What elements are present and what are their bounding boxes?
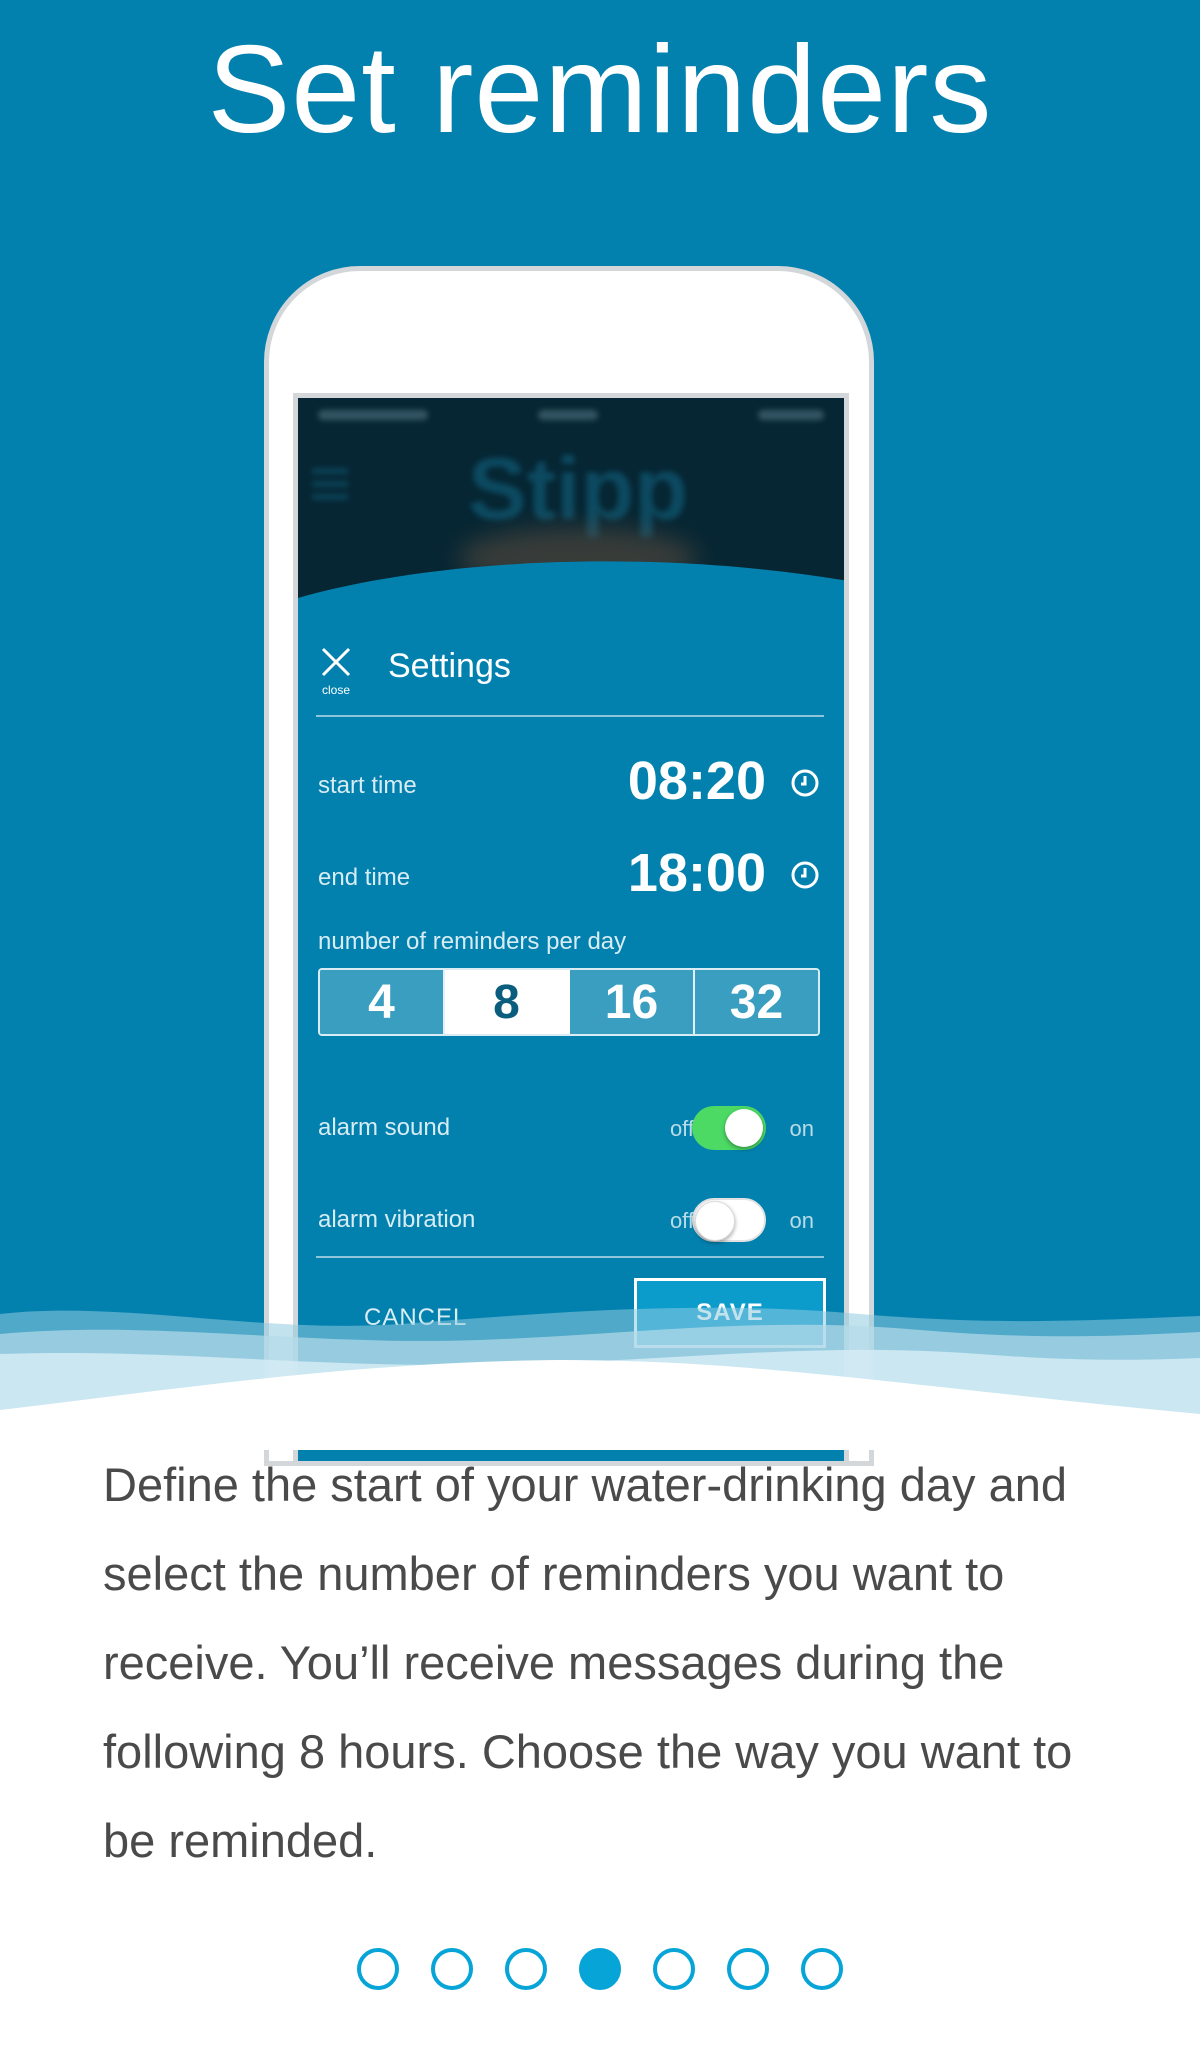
end-time-value[interactable]: 18:00 [628,842,766,904]
toggle-knob [695,1201,735,1241]
alarm-sound-label: alarm sound [318,1114,451,1141]
reminders-label: number of reminders per day [318,928,627,955]
alarm-sound-on-label: on [789,1116,814,1141]
page-dot-7[interactable] [801,1948,843,1990]
segment-4[interactable]: 4 [320,970,445,1034]
decorative-waves [0,1307,1200,1450]
status-bar-blurred [318,406,828,426]
page-dot-3[interactable] [505,1948,547,1990]
page-dot-6[interactable] [727,1948,769,1990]
start-time-value[interactable]: 08:20 [628,750,766,812]
menu-icon [312,468,348,504]
divider [316,1256,824,1258]
settings-title: Settings [388,647,511,685]
segment-32[interactable]: 32 [695,970,818,1034]
clock-icon[interactable] [790,768,820,798]
alarm-vibration-on-label: on [789,1208,814,1233]
close-button[interactable]: close [316,643,356,703]
alarm-sound-off-label: off [669,1116,694,1141]
page-dot-4-active[interactable] [579,1948,621,1990]
pagination-dots [0,1948,1200,1990]
clock-icon[interactable] [790,860,820,890]
alarm-vibration-label: alarm vibration [318,1206,476,1233]
close-label: close [321,683,350,697]
segment-16[interactable]: 16 [570,970,695,1034]
onboarding-screen: Set reminders Stipp close Settings start… [0,0,1200,2050]
settings-header: close Settings [316,643,824,717]
page-dot-1[interactable] [357,1948,399,1990]
app-logo: Stipp [468,439,688,538]
alarm-vibration-toggle[interactable] [692,1198,766,1242]
page-dot-5[interactable] [653,1948,695,1990]
description-text: Define the start of your water-drinking … [103,1458,1073,1867]
reminders-segmented-control: 4 8 16 32 [318,968,820,1036]
toggle-knob [725,1109,763,1147]
close-icon [321,647,351,677]
phone-mockup: Stipp close Settings start time 08:20 en… [264,266,874,1466]
segment-8[interactable]: 8 [445,970,570,1034]
start-time-label: start time [318,772,417,799]
page-dot-2[interactable] [431,1948,473,1990]
page-title: Set reminders [207,21,993,159]
alarm-sound-toggle[interactable] [692,1106,766,1150]
alarm-vibration-off-label: off [669,1208,694,1233]
end-time-label: end time [318,864,411,891]
